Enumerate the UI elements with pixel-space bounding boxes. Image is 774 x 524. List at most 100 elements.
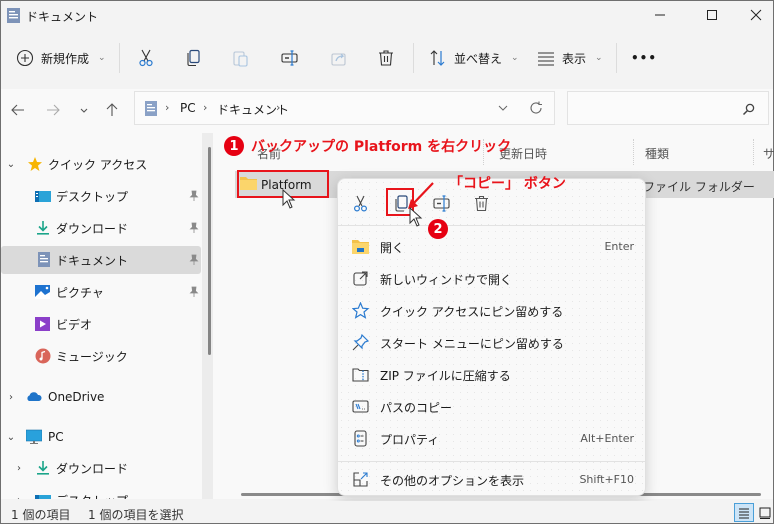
- pin-icon[interactable]: [189, 286, 199, 298]
- sidebar-item-pc[interactable]: ⌄ PC: [1, 423, 201, 451]
- column-divider[interactable]: [633, 139, 634, 165]
- share-button[interactable]: [330, 37, 348, 79]
- menu-item-label: プロパティ: [380, 433, 440, 447]
- refresh-icon[interactable]: [529, 101, 543, 115]
- copy-button[interactable]: [185, 37, 203, 79]
- sidebar-item-pictures[interactable]: ピクチャ: [1, 278, 201, 306]
- column-divider[interactable]: [753, 139, 754, 165]
- menu-item-shortcut: Enter: [604, 240, 634, 253]
- menu-item-label: 新しいウィンドウで開く: [380, 273, 513, 287]
- column-header-size[interactable]: サ: [763, 145, 774, 162]
- more-button[interactable]: •••: [631, 37, 657, 79]
- sidebar-item-pc-downloads[interactable]: › ダウンロード: [1, 454, 201, 482]
- context-menu: 開く Enter 新しいウィンドウで開く クイック アクセスにピン留めする スタ…: [337, 178, 646, 496]
- view-button[interactable]: 表示 ⌄: [537, 37, 603, 79]
- menu-item-label: スタート メニューにピン留めする: [380, 337, 564, 351]
- chevron-right-icon[interactable]: ›: [6, 392, 16, 403]
- sidebar-item-videos[interactable]: ビデオ: [1, 310, 201, 338]
- chevron-down-icon[interactable]: ⌄: [6, 159, 16, 170]
- menu-item-open-new-window[interactable]: 新しいウィンドウで開く: [342, 263, 642, 293]
- menu-item-open[interactable]: 開く Enter: [342, 231, 642, 261]
- tiles-view-button[interactable]: [755, 503, 774, 522]
- breadcrumb-pc[interactable]: PC: [180, 101, 196, 115]
- status-bar: 1 個の項目 1 個の項目を選択: [1, 501, 773, 523]
- annotation-step2-text: 「コピー」 ボタン: [449, 176, 566, 192]
- view-list-icon: [538, 52, 554, 66]
- minimize-button[interactable]: [637, 1, 683, 29]
- sidebar-item-label: ドキュメント: [56, 253, 129, 268]
- menu-divider: [338, 461, 645, 462]
- music-icon: [35, 348, 51, 364]
- up-button[interactable]: [99, 97, 125, 123]
- forward-button[interactable]: [40, 97, 66, 123]
- copy-path-icon: [352, 400, 369, 413]
- pin-icon[interactable]: [189, 254, 199, 266]
- sidebar-scrollbar-thumb[interactable]: [208, 147, 211, 355]
- sort-label: 並べ替え: [454, 51, 503, 66]
- sidebar-item-documents[interactable]: ドキュメント: [1, 246, 201, 274]
- chevron-right-icon[interactable]: ›: [14, 495, 24, 500]
- annotation-step1-text: バックアップの Platform を右クリック: [251, 139, 512, 155]
- cloud-icon: [27, 392, 42, 401]
- address-bar[interactable]: › PC › ドキュメント ›: [134, 91, 555, 125]
- paste-button[interactable]: [232, 37, 250, 79]
- context-delete-button[interactable]: [468, 191, 494, 215]
- back-button[interactable]: [5, 97, 31, 123]
- toolbar-divider: [616, 43, 617, 73]
- menu-item-label: 開く: [380, 241, 405, 255]
- document-icon: [38, 252, 50, 267]
- cut-icon: [353, 195, 367, 212]
- file-type: ファイル フォルダー: [643, 180, 755, 194]
- more-icon: •••: [631, 51, 658, 65]
- sidebar-item-label: ミュージック: [56, 349, 128, 364]
- sidebar-item-label: デスクトップ: [56, 189, 129, 204]
- sidebar-item-pc-desktop[interactable]: › デスクトップ: [1, 486, 201, 499]
- breadcrumb-separator: ›: [276, 101, 281, 114]
- search-icon: [742, 103, 755, 116]
- menu-item-label: パスのコピー: [380, 401, 453, 415]
- column-header-type[interactable]: 種類: [645, 145, 669, 162]
- sidebar-item-label: ビデオ: [56, 317, 93, 332]
- sort-button[interactable]: 並べ替え ⌄: [429, 37, 519, 79]
- download-icon: [37, 461, 49, 475]
- sidebar-item-quick-access[interactable]: ⌄ クイック アクセス: [1, 150, 201, 178]
- sidebar-item-label: ダウンロード: [56, 461, 129, 476]
- open-new-window-icon: [353, 271, 368, 286]
- maximize-icon: [707, 10, 717, 20]
- sidebar-item-label: デスクトップ: [56, 492, 128, 500]
- pin-icon: [352, 334, 369, 351]
- recent-locations-button[interactable]: [71, 97, 97, 123]
- menu-item-copy-path[interactable]: パスのコピー: [342, 391, 642, 421]
- sort-icon: [430, 50, 445, 66]
- menu-item-pin-start[interactable]: スタート メニューにピン留めする: [342, 327, 642, 357]
- menu-item-compress-zip[interactable]: ZIP ファイルに圧縮する: [342, 359, 642, 389]
- menu-item-properties[interactable]: プロパティ Alt+Enter: [342, 423, 642, 453]
- sidebar-item-label: ダウンロード: [56, 221, 129, 236]
- sidebar-item-music[interactable]: ミュージック: [1, 342, 201, 370]
- menu-item-label: ZIP ファイルに圧縮する: [380, 369, 511, 383]
- close-button[interactable]: [733, 1, 774, 29]
- chevron-down-icon[interactable]: ⌄: [6, 432, 16, 443]
- document-icon: [145, 101, 157, 116]
- new-button[interactable]: 新規作成 ⌄: [16, 37, 106, 79]
- sidebar-item-onedrive[interactable]: › OneDrive: [1, 383, 201, 411]
- context-cut-button[interactable]: [347, 191, 373, 215]
- sidebar-item-desktop[interactable]: デスクトップ: [1, 182, 201, 210]
- pin-icon[interactable]: [189, 190, 199, 202]
- menu-item-more-options[interactable]: その他のオプションを表示 Shift+F10: [342, 464, 642, 494]
- video-icon: [35, 317, 50, 331]
- rename-button[interactable]: [281, 37, 299, 79]
- delete-button[interactable]: [377, 37, 395, 79]
- arrow-up-icon: [106, 103, 118, 116]
- cut-button[interactable]: [137, 37, 155, 79]
- menu-item-pin-quick-access[interactable]: クイック アクセスにピン留めする: [342, 295, 642, 325]
- pin-icon[interactable]: [189, 222, 199, 234]
- chevron-right-icon[interactable]: ›: [14, 463, 24, 474]
- search-input[interactable]: [567, 91, 769, 125]
- item-count: 1 個の項目: [11, 508, 71, 522]
- maximize-button[interactable]: [689, 1, 735, 29]
- chevron-down-icon[interactable]: [498, 103, 508, 113]
- sidebar-item-downloads[interactable]: ダウンロード: [1, 214, 201, 242]
- details-view-button[interactable]: [734, 503, 754, 522]
- sidebar-item-label: クイック アクセス: [48, 157, 148, 172]
